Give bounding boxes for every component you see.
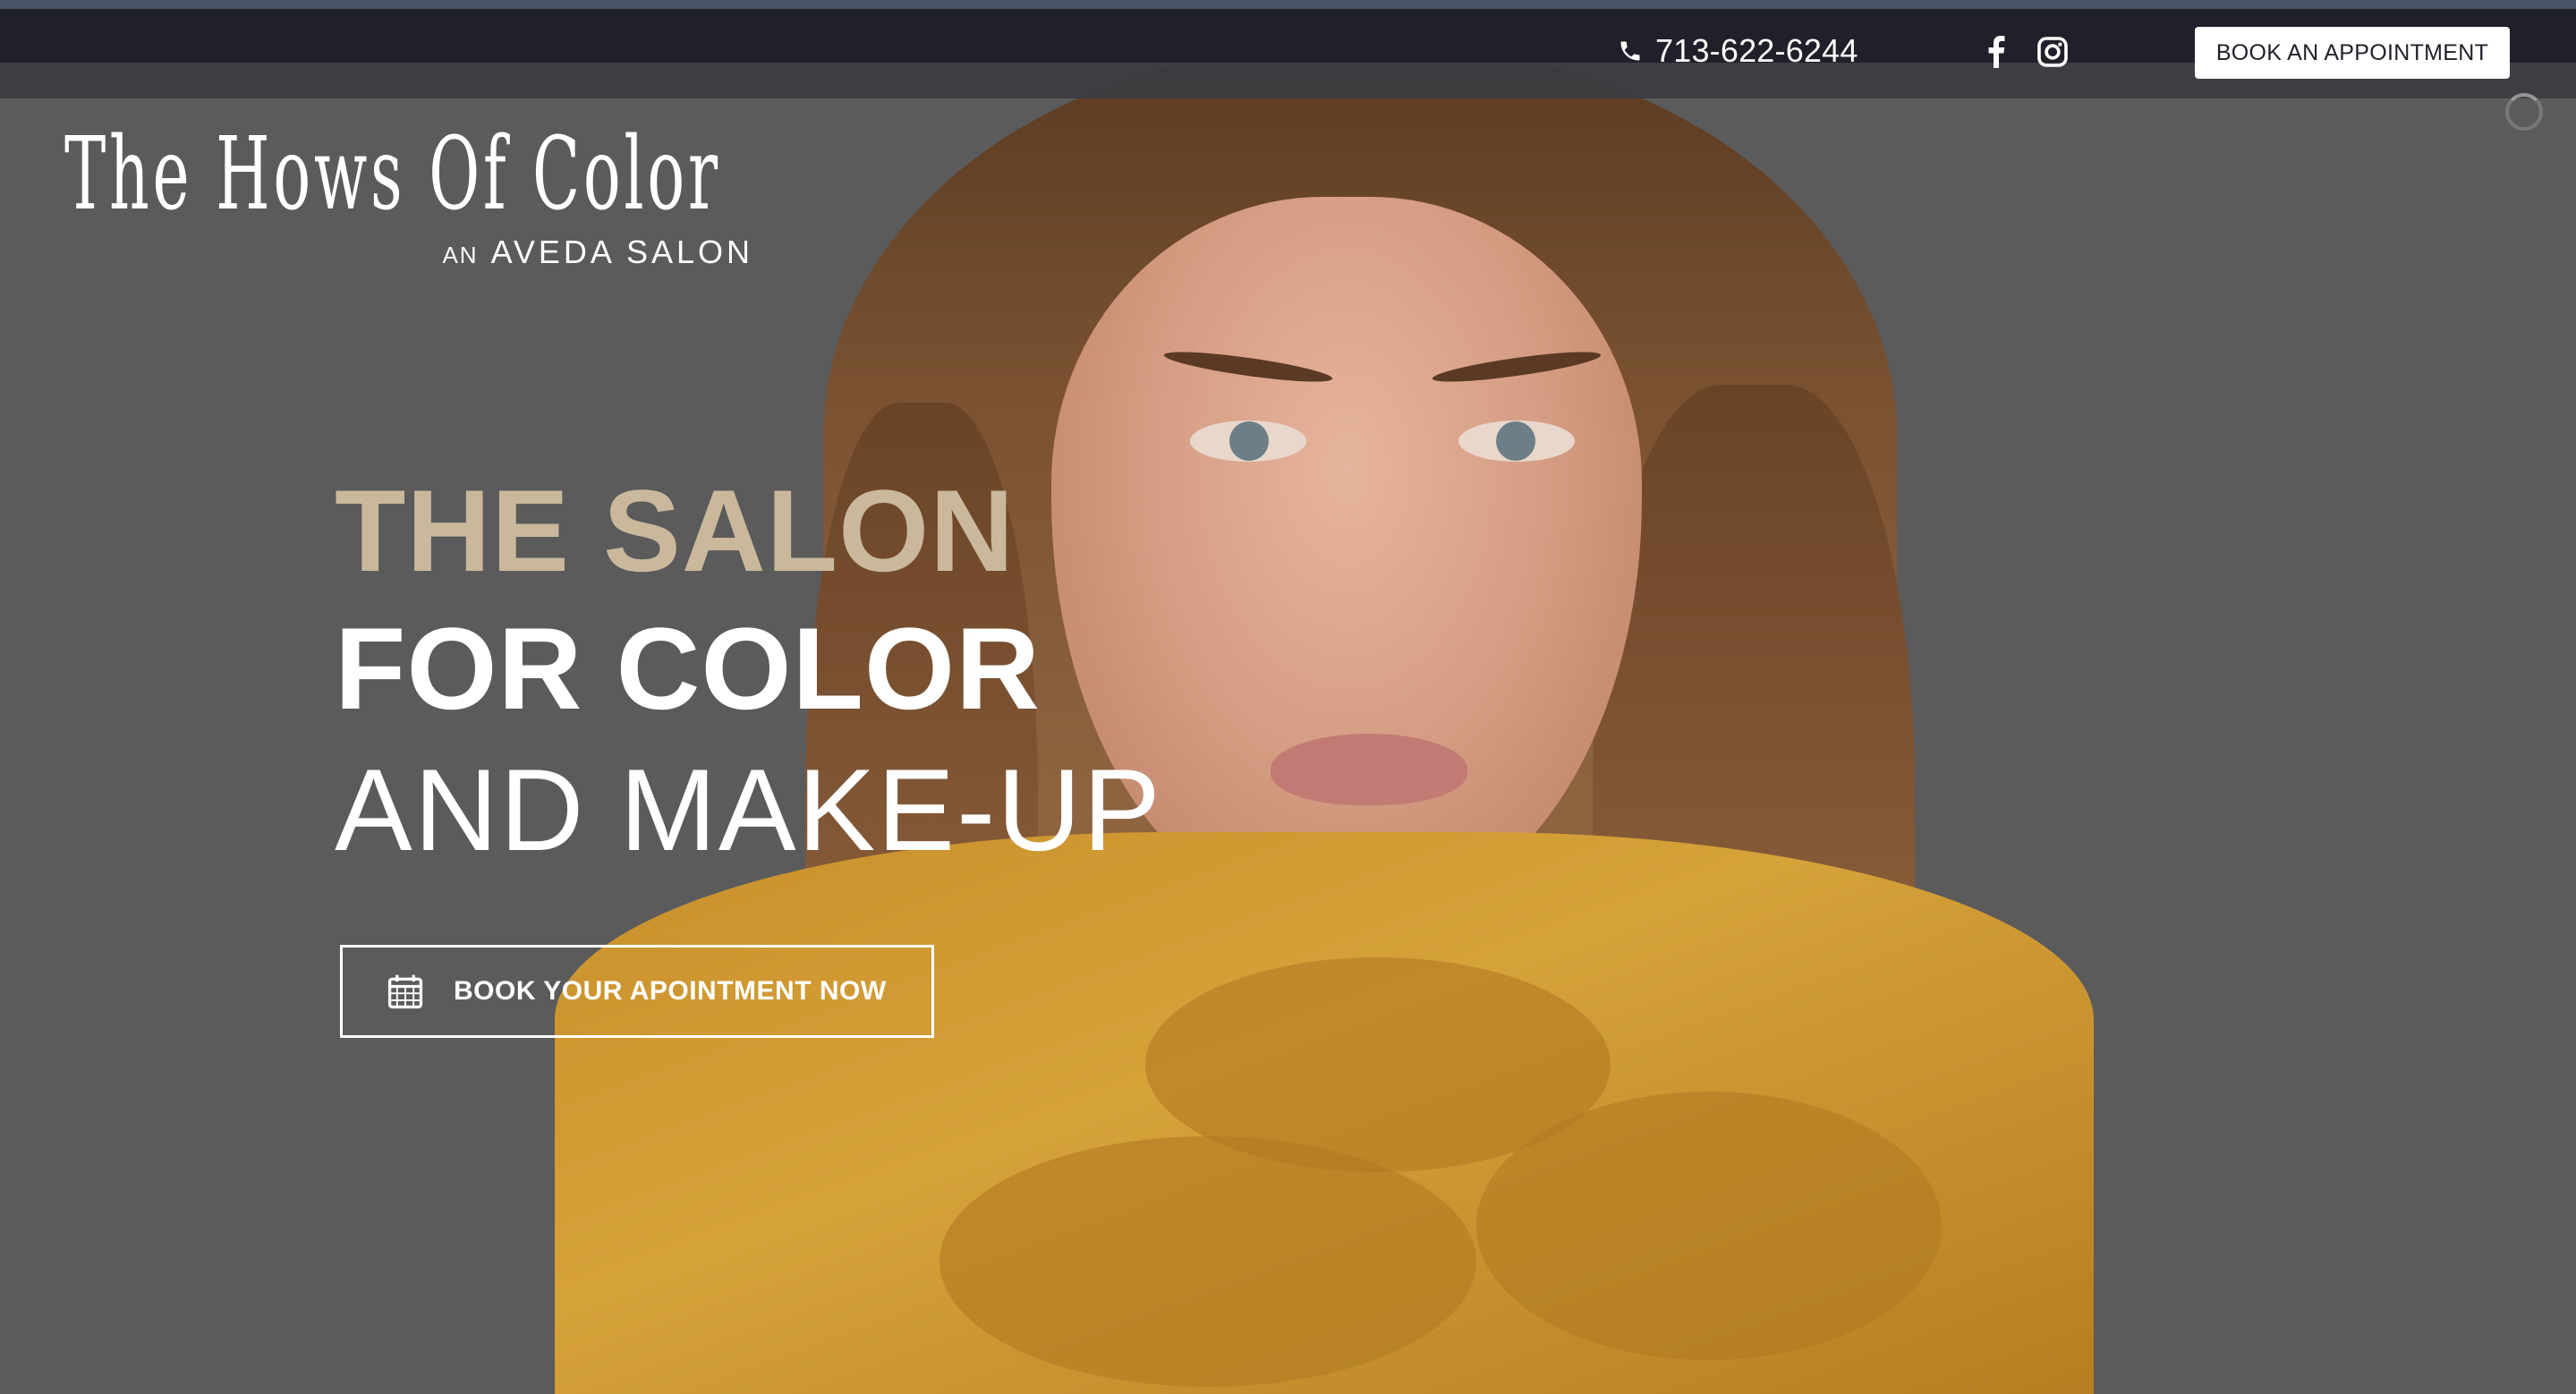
logo-subtitle: AN AVEDA SALON — [442, 234, 753, 271]
book-appointment-button[interactable]: BOOK AN APPOINTMENT — [2195, 27, 2510, 79]
top-bar — [0, 9, 2576, 63]
top-accent-line — [0, 0, 2576, 9]
logo-aveda: AVEDA SALON — [490, 234, 753, 270]
facebook-icon[interactable] — [1985, 36, 2008, 68]
right-eye — [1458, 421, 1575, 462]
phone-number: 713-622-6244 — [1655, 32, 1858, 69]
hero-headline-line1: THE SALON — [335, 465, 1016, 596]
phone-icon — [1620, 41, 1640, 61]
hero-headline-line3: AND MAKE-UP — [335, 744, 1162, 875]
left-eye — [1190, 421, 1306, 462]
scarf-fold — [1476, 1092, 1942, 1360]
loading-spinner-icon — [2505, 93, 2543, 131]
logo-prefix: AN — [442, 242, 479, 268]
book-now-label: BOOK YOUR APOINTMENT NOW — [454, 976, 887, 1006]
book-now-button[interactable]: BOOK YOUR APOINTMENT NOW — [340, 945, 934, 1038]
site-logo[interactable]: The Hows Of Color AN AVEDA SALON — [64, 121, 762, 273]
hero-headline-line2: FOR COLOR — [335, 603, 1041, 734]
header-overlay — [0, 63, 2576, 98]
instagram-icon[interactable] — [2036, 36, 2069, 68]
logo-title: The Hows Of Color — [64, 116, 721, 233]
scarf-fold — [939, 1136, 1476, 1387]
phone-link[interactable]: 713-622-6244 — [1618, 32, 1858, 70]
calendar-icon — [387, 974, 423, 1009]
lips-shape — [1271, 734, 1467, 805]
